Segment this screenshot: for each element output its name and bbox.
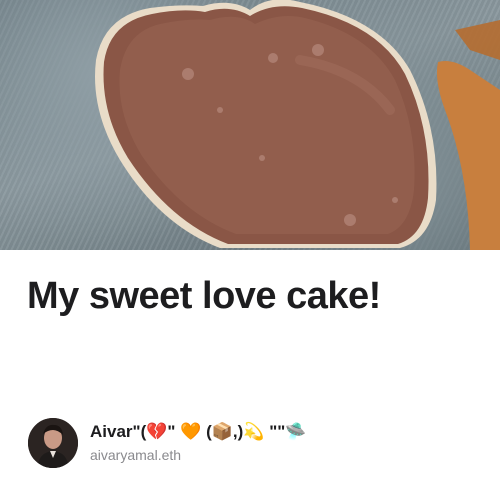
cover-image (0, 0, 500, 250)
heart-cake-illustration (95, 0, 500, 250)
author-name[interactable]: Aivar"(💔" 🧡 (📦,)💫 ""🛸 (90, 421, 306, 443)
author-block[interactable]: Aivar"(💔" 🧡 (📦,)💫 ""🛸 aivaryamal.eth (28, 418, 306, 468)
avatar-portrait-icon (28, 418, 78, 468)
post-title: My sweet love cake! (27, 275, 381, 317)
avatar[interactable] (28, 418, 78, 468)
author-handle[interactable]: aivaryamal.eth (90, 445, 306, 465)
